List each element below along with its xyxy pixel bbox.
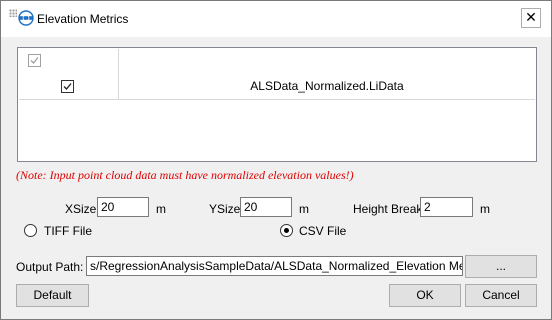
dialog-window: Elevation Metrics ✕ ALSData_Normalized.L… xyxy=(0,0,552,320)
dialog-title: Elevation Metrics xyxy=(37,12,129,26)
height-break-label: Height Break xyxy=(353,202,423,216)
xsize-input[interactable]: 20 xyxy=(97,197,149,217)
browse-button[interactable]: ... xyxy=(465,255,537,278)
height-break-unit: m xyxy=(480,202,490,216)
table-row[interactable]: ALSData_Normalized.LiData xyxy=(19,49,535,100)
csv-file-label[interactable]: CSV File xyxy=(299,224,346,238)
ysize-unit: m xyxy=(299,202,309,216)
close-button[interactable]: ✕ xyxy=(521,8,541,28)
default-button[interactable]: Default xyxy=(16,284,89,307)
ysize-input[interactable]: 20 xyxy=(240,197,292,217)
title-bar[interactable]: Elevation Metrics ✕ xyxy=(1,1,551,37)
file-table[interactable]: ALSData_Normalized.LiData xyxy=(17,47,537,162)
cancel-button[interactable]: Cancel xyxy=(465,284,537,307)
checkmark-icon xyxy=(63,83,72,90)
xsize-unit: m xyxy=(156,202,166,216)
xsize-label: XSize xyxy=(65,202,97,216)
drag-grip-icon xyxy=(9,9,17,17)
tiff-file-radio[interactable] xyxy=(24,224,37,237)
height-break-input[interactable]: 2 xyxy=(420,197,473,217)
row-filename: ALSData_Normalized.LiData xyxy=(250,79,404,93)
radio-selected-dot xyxy=(284,228,289,233)
csv-file-radio[interactable] xyxy=(280,224,293,237)
lidar360-logo-icon xyxy=(18,10,34,26)
ysize-label: YSize xyxy=(209,202,241,216)
output-path-label: Output Path: xyxy=(16,260,84,274)
output-path-input[interactable]: s/RegressionAnalysisSampleData/ALSData_N… xyxy=(86,256,463,276)
tiff-file-label[interactable]: TIFF File xyxy=(44,224,92,238)
normalization-note: (Note: Input point cloud data must have … xyxy=(16,168,354,182)
ok-button[interactable]: OK xyxy=(389,284,461,307)
row-checkbox[interactable] xyxy=(61,80,74,93)
